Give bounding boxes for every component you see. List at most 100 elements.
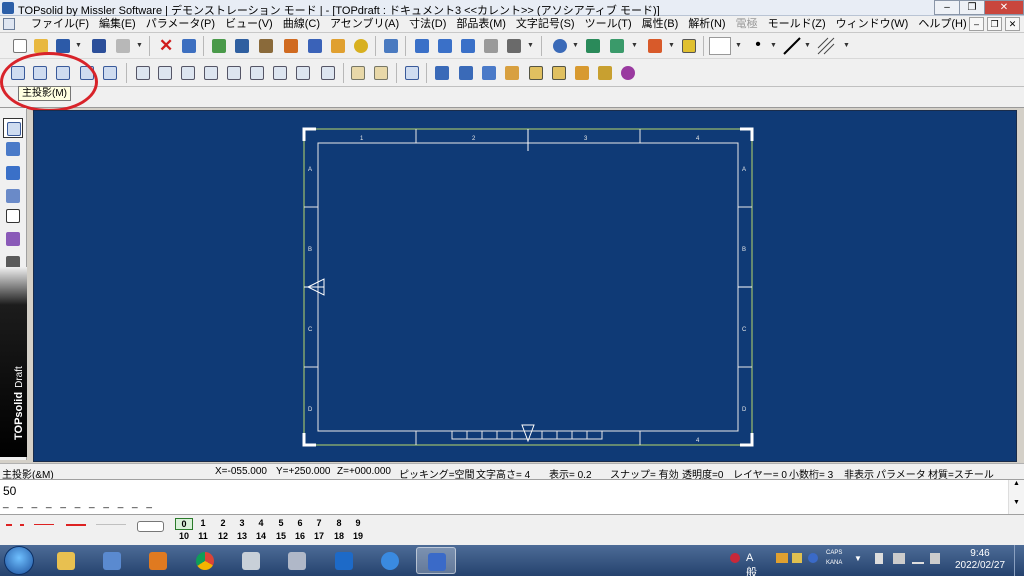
- render-view-4-button[interactable]: [502, 63, 522, 83]
- layers-tool-button[interactable]: [209, 36, 229, 56]
- start-button[interactable]: [4, 546, 34, 575]
- sheet-tool-1-button[interactable]: [348, 63, 368, 83]
- view-tool-2-button[interactable]: [155, 63, 175, 83]
- layer-7[interactable]: 7: [310, 518, 328, 528]
- print-button[interactable]: [113, 36, 133, 56]
- command-scrollbar[interactable]: ▲ ▼: [1008, 480, 1024, 514]
- image-dropdown-icon[interactable]: ▼: [631, 36, 638, 56]
- layer-12[interactable]: 12: [214, 531, 232, 541]
- menu-view[interactable]: ビュー(V): [220, 18, 278, 31]
- layer-16[interactable]: 16: [291, 531, 309, 541]
- tray-help-icon[interactable]: [808, 553, 818, 563]
- taskbar-explorer[interactable]: [46, 547, 86, 574]
- view-tool-1-button[interactable]: [133, 63, 153, 83]
- paint-tool-button[interactable]: [328, 36, 348, 56]
- taskbar-outlook[interactable]: [324, 547, 364, 574]
- layer-11[interactable]: 11: [194, 531, 212, 541]
- fit-view-button[interactable]: [583, 36, 603, 56]
- tray-device-icon[interactable]: [875, 553, 883, 564]
- render-dropdown-icon[interactable]: ▼: [668, 36, 675, 56]
- view-refresh-button[interactable]: [100, 63, 120, 83]
- layer-selector[interactable]: [137, 521, 164, 532]
- render-view-6-button[interactable]: [549, 63, 569, 83]
- mdi-restore-button[interactable]: ❐: [987, 17, 1002, 31]
- layer-18[interactable]: 18: [330, 531, 348, 541]
- layer-10[interactable]: 10: [175, 531, 193, 541]
- menu-window[interactable]: ウィンドウ(W): [831, 18, 914, 31]
- render-view-5-button[interactable]: [526, 63, 546, 83]
- scroll-up-icon[interactable]: ▲: [1009, 480, 1024, 487]
- render-view-1-button[interactable]: [432, 63, 452, 83]
- render-view-3-button[interactable]: [479, 63, 499, 83]
- sketch-tool-button[interactable]: [3, 139, 23, 159]
- save-dropdown-icon[interactable]: ▼: [75, 36, 82, 56]
- color-dropdown-icon[interactable]: ▼: [735, 36, 742, 56]
- taskbar-paint[interactable]: [92, 547, 132, 574]
- tray-shield-icon[interactable]: [730, 553, 740, 563]
- document-icon[interactable]: [3, 18, 15, 30]
- dimension-tool-button[interactable]: [3, 163, 23, 183]
- view-tool-4-button[interactable]: [201, 63, 221, 83]
- tray-arrow-icon[interactable]: ▼: [854, 554, 862, 563]
- menu-attribute[interactable]: 属性(B): [637, 18, 684, 31]
- hatch-button[interactable]: [816, 36, 836, 56]
- layer-1[interactable]: 1: [194, 518, 212, 528]
- menu-bom[interactable]: 部品表(M): [451, 18, 511, 31]
- tray-volume-icon[interactable]: [893, 553, 905, 564]
- layer-8[interactable]: 8: [330, 518, 348, 528]
- layer-15[interactable]: 15: [272, 531, 290, 541]
- menu-mold[interactable]: モールド(Z): [763, 18, 831, 31]
- curve-tool-button[interactable]: [504, 36, 524, 56]
- hook-tool-button[interactable]: [481, 36, 501, 56]
- layer-5[interactable]: 5: [272, 518, 290, 528]
- menu-text-symbol[interactable]: 文字記号(S): [511, 18, 580, 31]
- layer-2[interactable]: 2: [214, 518, 232, 528]
- layer-19[interactable]: 19: [349, 531, 367, 541]
- tray-ime-tool-icon[interactable]: [776, 553, 788, 563]
- table-tool-button[interactable]: [3, 206, 23, 226]
- minimize-button[interactable]: –: [934, 0, 960, 15]
- annotation-tool-button[interactable]: [3, 186, 23, 206]
- line-style-button[interactable]: [782, 36, 802, 56]
- show-desktop-button[interactable]: [1014, 545, 1024, 576]
- sheet-tool-2-button[interactable]: [371, 63, 391, 83]
- taskbar-ie[interactable]: [370, 547, 410, 574]
- menu-parameter[interactable]: パラメータ(P): [141, 18, 220, 31]
- tray-ime[interactable]: A 般: [746, 552, 757, 576]
- menu-assembly[interactable]: アセンブリ(A): [325, 18, 404, 31]
- zoom-dropdown-icon[interactable]: ▼: [572, 36, 579, 56]
- color-swatch[interactable]: [709, 37, 731, 55]
- curve-dropdown-icon[interactable]: ▼: [527, 36, 534, 56]
- tray-ime-pad-icon[interactable]: [792, 553, 802, 563]
- wrench-tool-button[interactable]: [305, 36, 325, 56]
- view-tool-6-button[interactable]: [247, 63, 267, 83]
- menu-help[interactable]: ヘルプ(H): [913, 18, 971, 31]
- line-sample-thin[interactable]: [34, 524, 54, 525]
- app-icon[interactable]: [2, 2, 14, 14]
- info-button[interactable]: [89, 36, 109, 56]
- line-tool-button[interactable]: [435, 36, 455, 56]
- menu-tools[interactable]: ツール(T): [580, 18, 637, 31]
- line-sample-thick[interactable]: [66, 524, 86, 526]
- menu-file[interactable]: ファイル(F): [26, 18, 94, 31]
- taskbar-topsolid[interactable]: [416, 547, 456, 574]
- line-sample-dot[interactable]: [20, 524, 24, 526]
- settings-tool-button[interactable]: [256, 36, 276, 56]
- undo-button[interactable]: [179, 36, 199, 56]
- view-tool-9-button[interactable]: [318, 63, 338, 83]
- point-tool-button[interactable]: [412, 36, 432, 56]
- hatch-dropdown-icon[interactable]: ▼: [843, 36, 850, 56]
- view-tool-8-button[interactable]: [293, 63, 313, 83]
- angle-tool-button[interactable]: [458, 36, 478, 56]
- line-style-dropdown-icon[interactable]: ▼: [804, 36, 811, 56]
- mdi-minimize-button[interactable]: –: [969, 17, 984, 31]
- layer-4[interactable]: 4: [252, 518, 270, 528]
- hammer-tool-button[interactable]: [281, 36, 301, 56]
- layer-14[interactable]: 14: [252, 531, 270, 541]
- command-value[interactable]: 50: [3, 484, 16, 498]
- target-button[interactable]: [618, 63, 638, 83]
- scroll-down-icon[interactable]: ▼: [1009, 499, 1024, 506]
- render-view-8-button[interactable]: [595, 63, 615, 83]
- cylinder-button[interactable]: [679, 36, 699, 56]
- menu-edit[interactable]: 編集(E): [94, 18, 141, 31]
